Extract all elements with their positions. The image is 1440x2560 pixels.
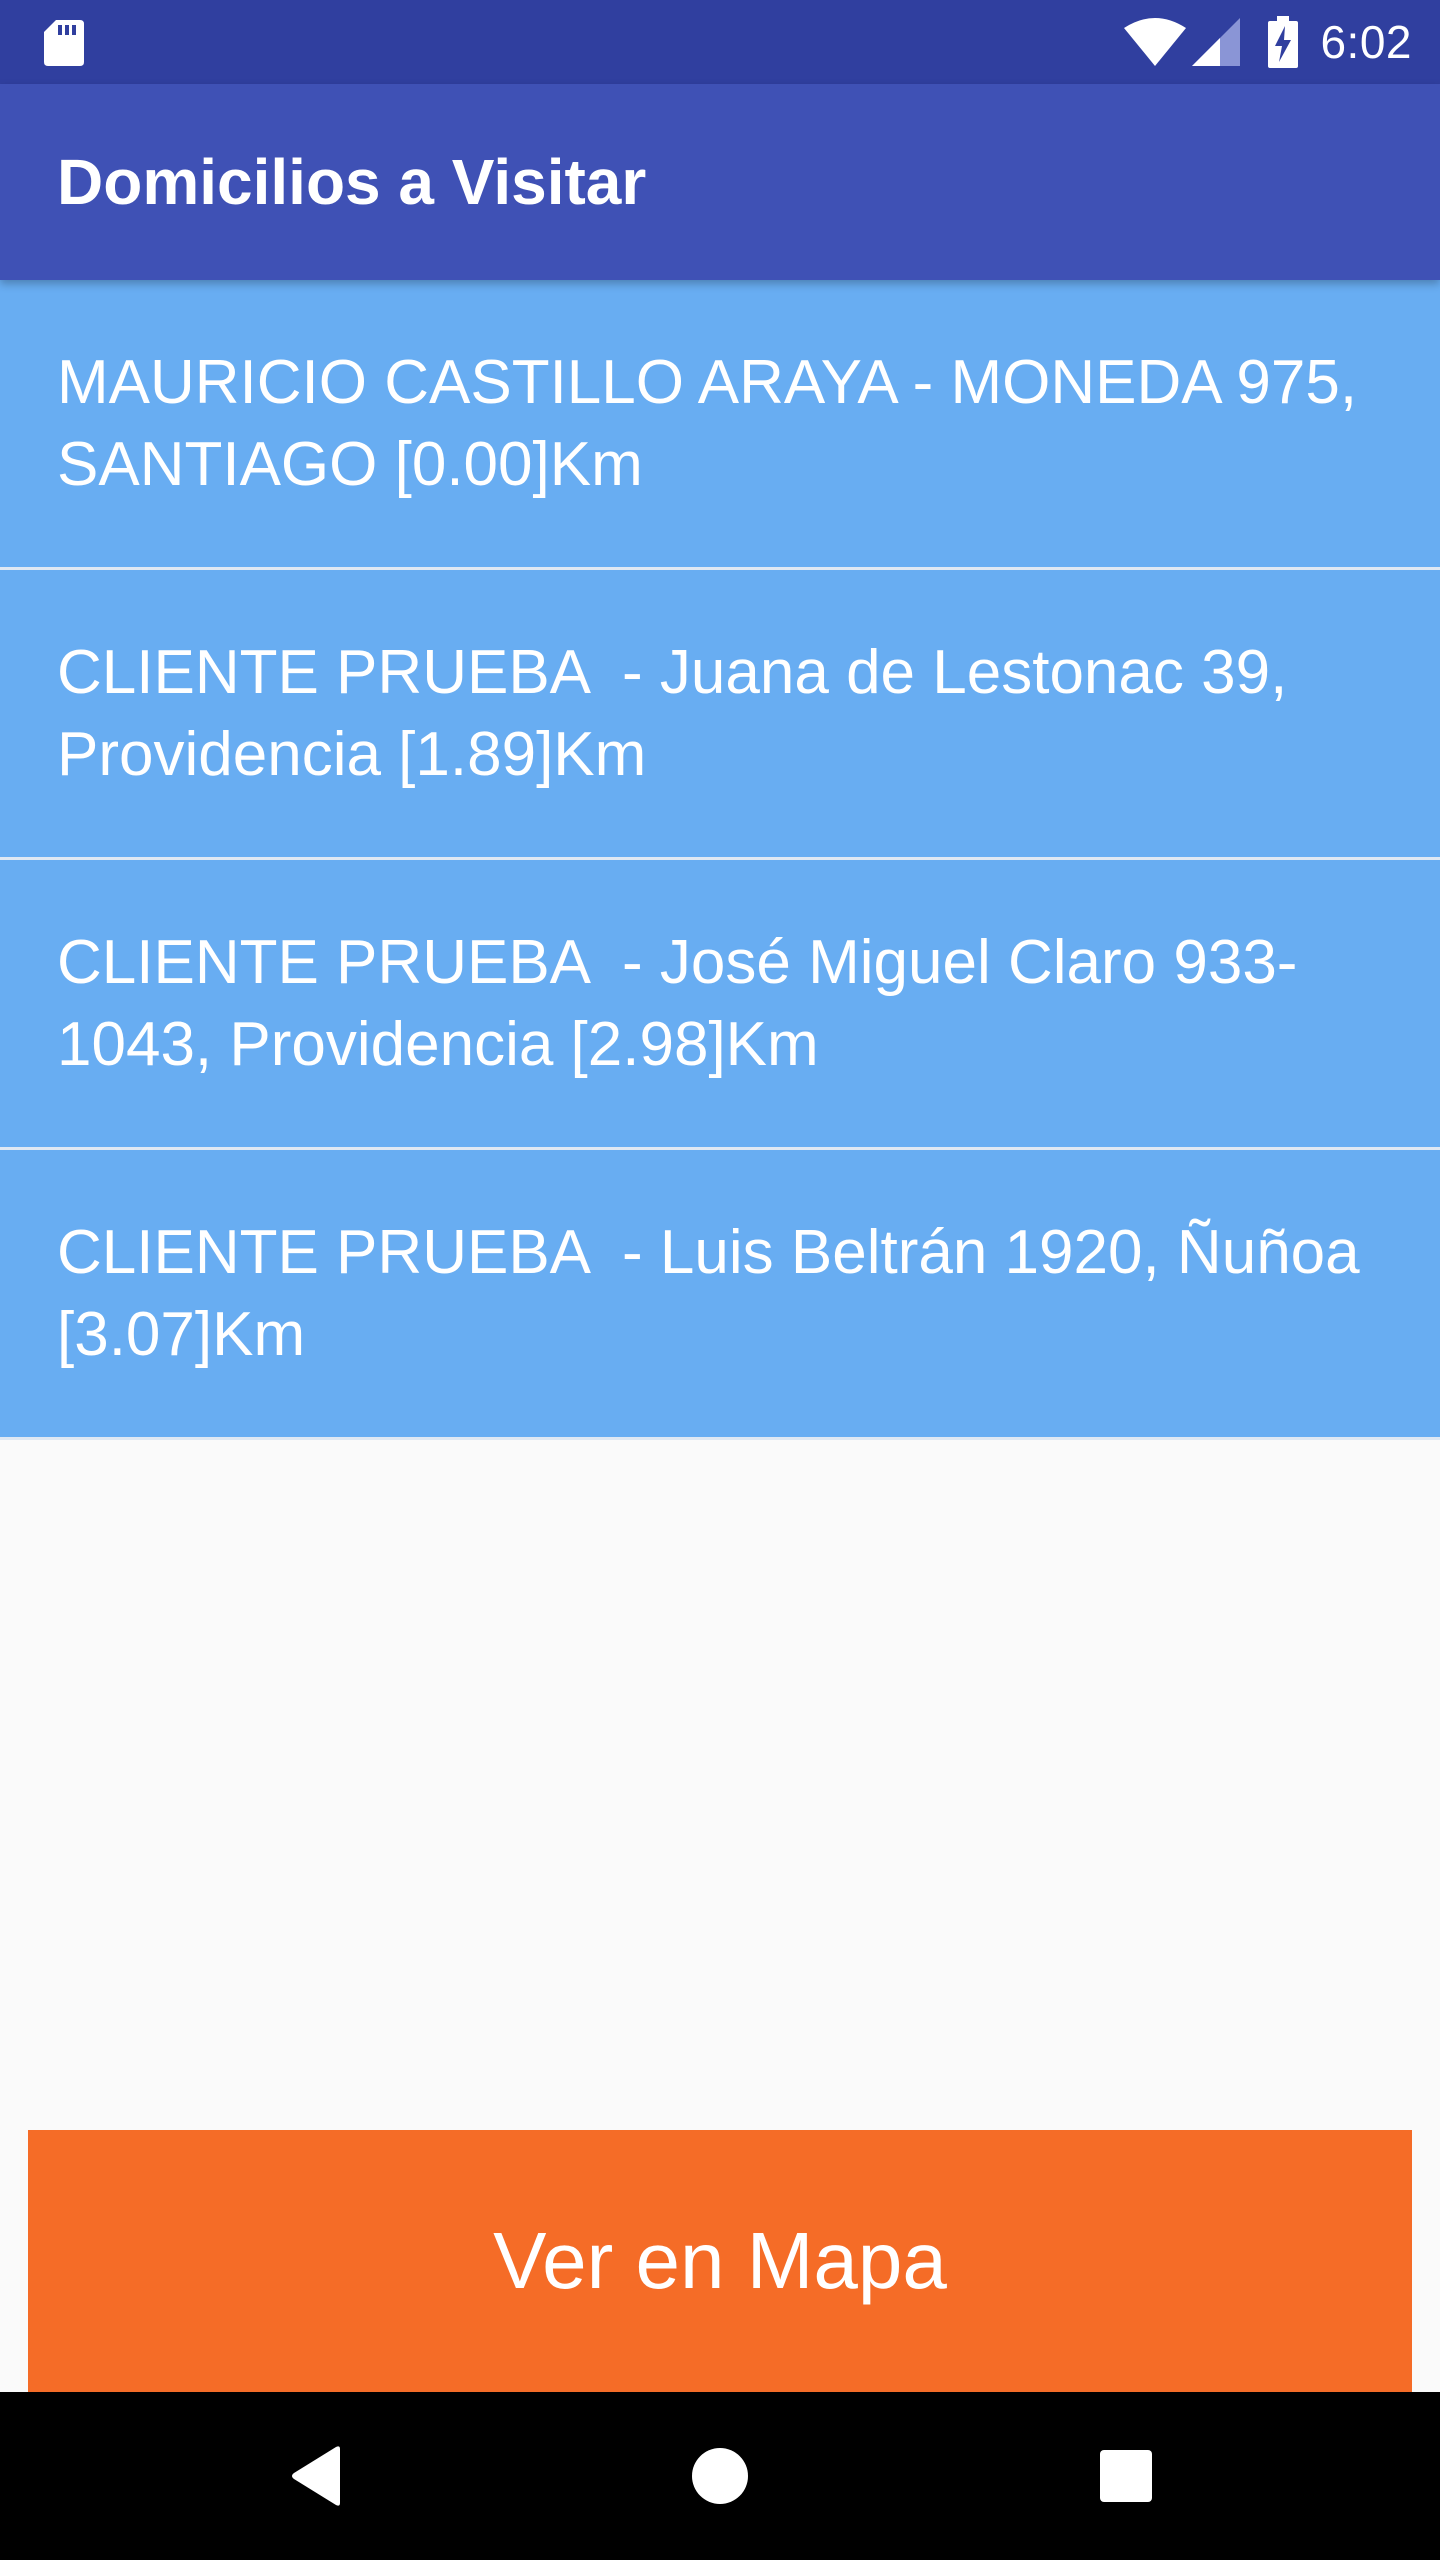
list-item[interactable]: CLIENTE PRUEBA - Luis Beltrán 1920, Ñuño… [0, 1150, 1440, 1440]
list-item-label: CLIENTE PRUEBA - Juana de Lestonac 39, P… [57, 638, 1305, 789]
sd-card-icon [44, 20, 84, 66]
list-item-label: CLIENTE PRUEBA - José Miguel Claro 933-1… [57, 928, 1298, 1079]
view-map-button[interactable]: Ver en Mapa [28, 2130, 1412, 2392]
list-item[interactable]: CLIENTE PRUEBA - José Miguel Claro 933-1… [0, 860, 1440, 1150]
back-icon [292, 2446, 340, 2506]
wifi-icon [1124, 18, 1187, 66]
battery-charging-icon [1268, 16, 1299, 68]
address-list: MAURICIO CASTILLO ARAYA - MONEDA 975, SA… [0, 280, 1440, 1440]
home-icon [692, 2448, 748, 2504]
recents-button[interactable] [1042, 2392, 1210, 2560]
back-button[interactable] [232, 2392, 400, 2560]
list-item[interactable]: MAURICIO CASTILLO ARAYA - MONEDA 975, SA… [0, 280, 1440, 570]
list-item-label: MAURICIO CASTILLO ARAYA - MONEDA 975, SA… [57, 348, 1375, 499]
page-title: Domicilios a Visitar [57, 146, 647, 218]
signal-icon [1192, 18, 1241, 66]
home-button[interactable] [636, 2392, 804, 2560]
status-bar: 6:02 [0, 0, 1440, 84]
list-item[interactable]: CLIENTE PRUEBA - Juana de Lestonac 39, P… [0, 570, 1440, 860]
status-clock: 6:02 [1320, 16, 1412, 68]
recents-icon [1100, 2450, 1152, 2502]
navigation-bar [0, 2392, 1440, 2560]
list-item-label: CLIENTE PRUEBA - Luis Beltrán 1920, Ñuño… [57, 1218, 1377, 1369]
app-toolbar: Domicilios a Visitar [0, 84, 1440, 280]
